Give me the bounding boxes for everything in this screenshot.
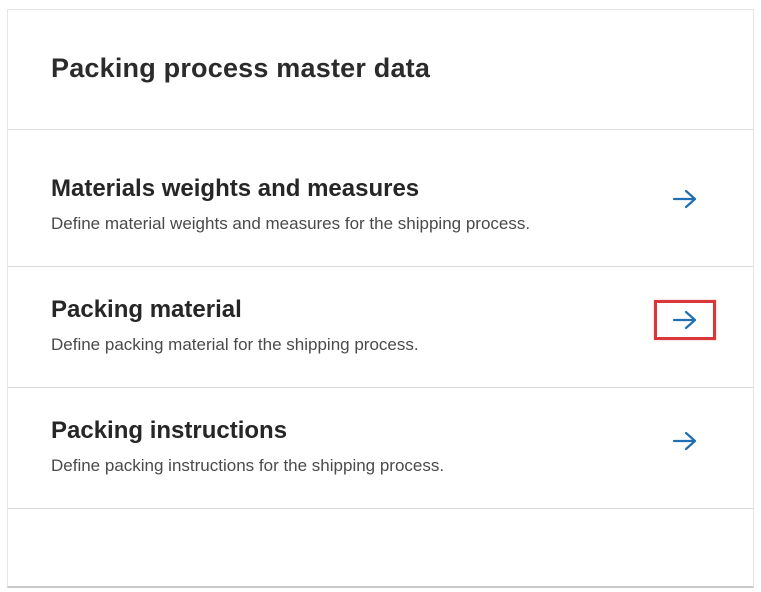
- item-description: Define packing instructions for the ship…: [51, 456, 445, 475]
- arrow-right-icon-glyph: [672, 310, 697, 330]
- list-item-materials-weights-measures[interactable]: Materials weights and measures Define ma…: [8, 146, 753, 267]
- item-description: Define material weights and measures for…: [51, 214, 531, 233]
- panel-header: Packing process master data: [8, 10, 753, 130]
- master-data-panel: Packing process master data Materials we…: [7, 9, 754, 588]
- item-description: Define packing material for the shipping…: [51, 335, 419, 354]
- item-title: Packing material: [51, 296, 242, 323]
- item-title: Packing instructions: [51, 417, 288, 444]
- page-title: Packing process master data: [51, 53, 431, 83]
- arrow-right-icon-glyph: [672, 431, 697, 451]
- list-item-packing-material[interactable]: Packing material Define packing material…: [8, 267, 753, 388]
- arrow-right-icon[interactable]: [654, 179, 716, 219]
- list-item-packing-instructions[interactable]: Packing instructions Define packing inst…: [8, 388, 753, 509]
- arrow-right-icon[interactable]: [654, 300, 716, 340]
- arrow-right-icon[interactable]: [654, 421, 716, 461]
- arrow-right-icon-glyph: [672, 189, 697, 209]
- item-title: Materials weights and measures: [51, 175, 420, 202]
